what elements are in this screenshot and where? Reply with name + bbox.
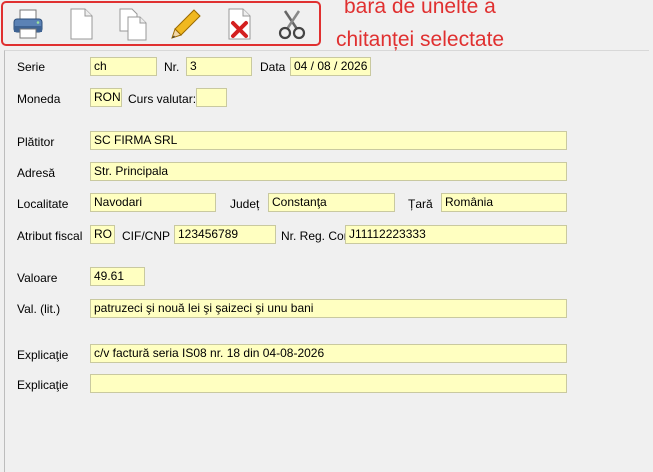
new-document-icon [70, 8, 93, 40]
valoare-label: Valoare [17, 271, 58, 285]
adresa-field[interactable]: Str. Principala [90, 162, 567, 181]
annotation-line-2: chitanței selectate [336, 28, 505, 51]
copy-button[interactable] [116, 7, 150, 41]
serie-label: Serie [17, 60, 46, 74]
copy-document-icon [119, 8, 147, 41]
judet-label: Județ [230, 197, 260, 211]
explicatie-2-label: Explicaţie [17, 378, 69, 392]
pencil-icon [171, 9, 201, 39]
nr-field[interactable]: 3 [186, 57, 252, 76]
judet-field[interactable]: Constanţa [268, 193, 395, 212]
receipt-panel-frame [4, 50, 649, 472]
atribut-fiscal-field[interactable]: RO [90, 225, 115, 244]
nr-reg-com-field[interactable]: J11112223333 [345, 225, 567, 244]
curs-valutar-field[interactable] [196, 88, 227, 107]
tara-field[interactable]: România [441, 193, 567, 212]
valoare-field[interactable]: 49.61 [90, 267, 145, 286]
data-label: Data [260, 60, 286, 74]
moneda-label: Moneda [17, 92, 61, 106]
delete-document-icon [228, 8, 251, 40]
date-field[interactable]: 04 / 08 / 2026 [290, 57, 371, 76]
printer-icon [13, 9, 43, 39]
tara-label: Țară [408, 197, 433, 211]
moneda-field[interactable]: RON [90, 88, 122, 107]
edit-button[interactable] [169, 7, 203, 41]
platitor-label: Plătitor [17, 135, 55, 149]
localitate-field[interactable]: Navodari [90, 193, 216, 212]
cif-cnp-label: CIF/CNP [122, 229, 170, 243]
print-button[interactable] [11, 7, 45, 41]
nr-label: Nr. [164, 60, 180, 74]
val-lit-field[interactable]: patruzeci şi nouă lei şi şaizeci şi unu … [90, 299, 567, 318]
curs-valutar-label: Curs valutar: [128, 92, 197, 106]
localitate-label: Localitate [17, 197, 69, 211]
cif-cnp-field[interactable]: 123456789 [174, 225, 276, 244]
new-button[interactable] [64, 7, 98, 41]
platitor-field[interactable]: SC FIRMA SRL [90, 131, 567, 150]
val-lit-label: Val. (lit.) [17, 302, 61, 316]
serie-field[interactable]: ch [90, 57, 157, 76]
explicatie-2-field[interactable] [90, 374, 567, 393]
scissors-icon [278, 10, 306, 40]
adresa-label: Adresă [17, 166, 56, 180]
explicatie-1-label: Explicaţie [17, 348, 69, 362]
delete-button[interactable] [222, 7, 256, 41]
annotation-line-1: bara de unelte a [344, 0, 496, 18]
atribut-fiscal-label: Atribut fiscal [17, 229, 83, 243]
cut-button[interactable] [275, 7, 309, 41]
toolbar [1, 1, 321, 46]
explicatie-1-field[interactable]: c/v factură seria IS08 nr. 18 din 04-08-… [90, 344, 567, 363]
